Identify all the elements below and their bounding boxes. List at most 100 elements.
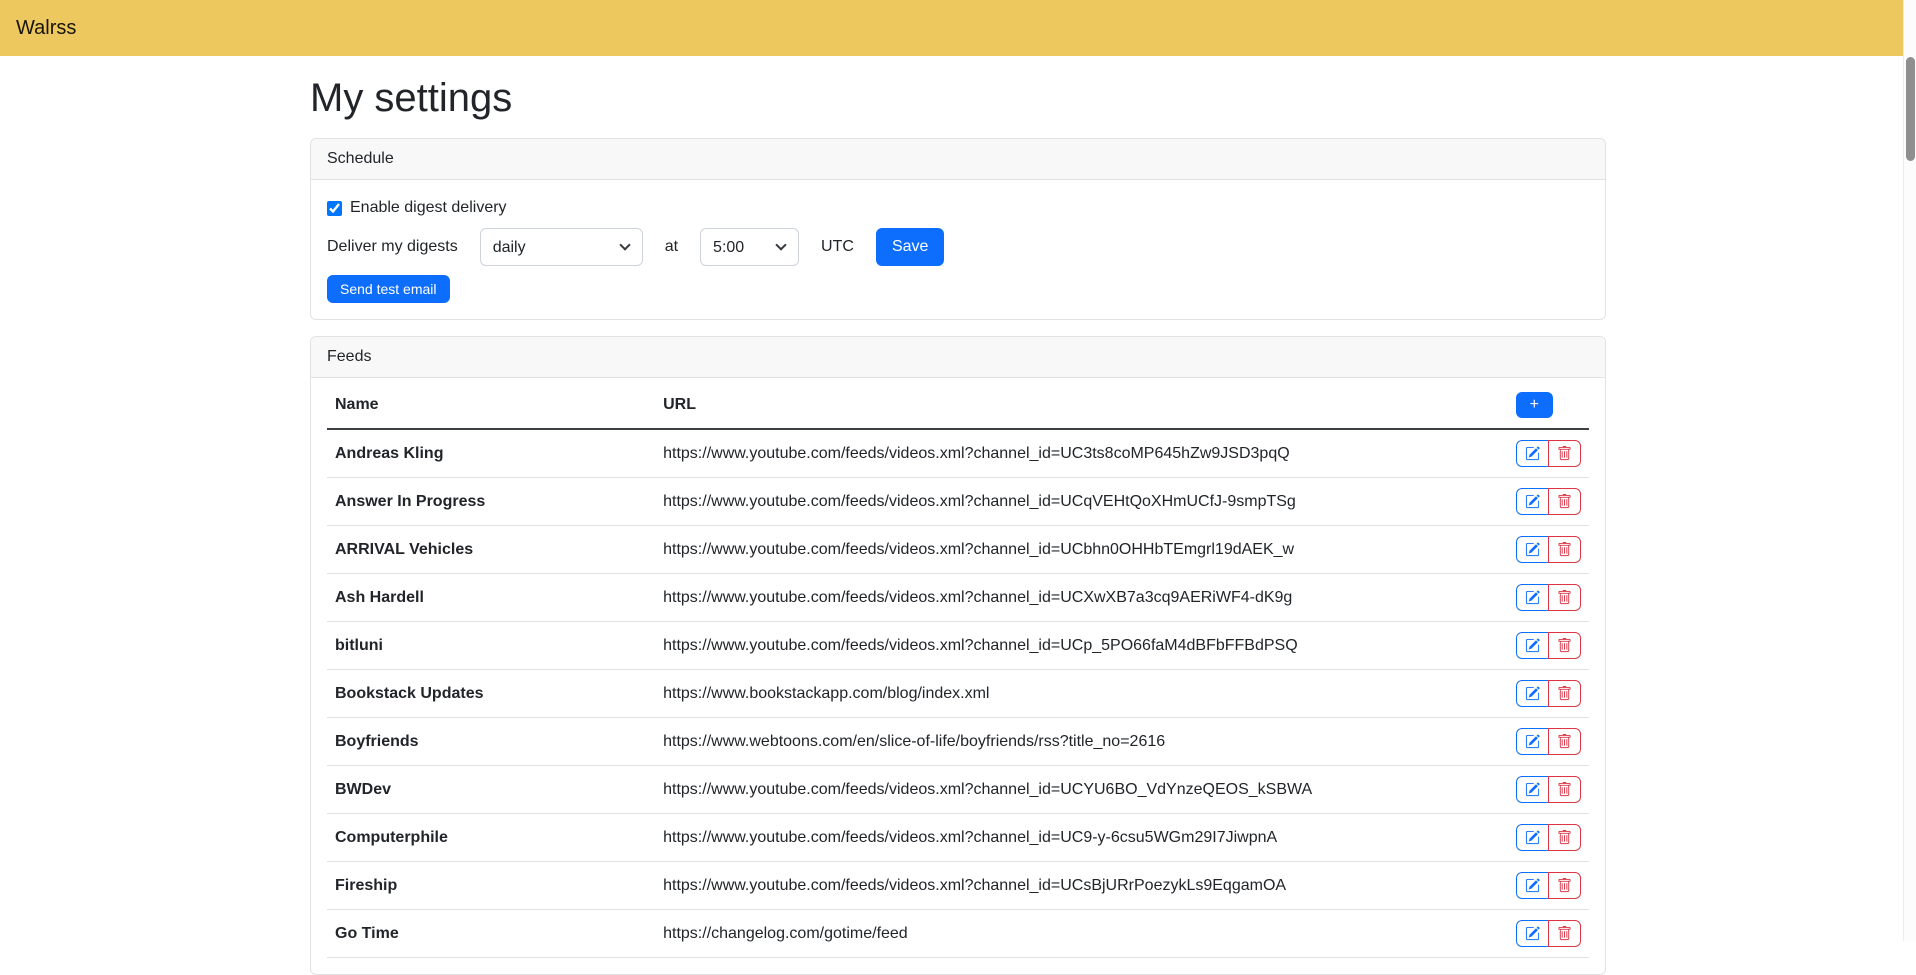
feeds-card-body: Name URL + Andreas Kling https://www.you… xyxy=(311,378,1605,974)
pencil-square-icon xyxy=(1525,590,1540,605)
navbar: Walrss xyxy=(0,0,1916,56)
pencil-square-icon xyxy=(1525,734,1540,749)
edit-feed-button[interactable] xyxy=(1516,680,1549,707)
trash-icon xyxy=(1557,638,1572,653)
feed-actions xyxy=(1469,862,1589,910)
feed-name: Andreas Kling xyxy=(327,429,655,478)
feed-url: https://changelog.com/gotime/feed xyxy=(655,910,1469,958)
feed-actions xyxy=(1469,622,1589,670)
feed-url: https://www.youtube.com/feeds/videos.xml… xyxy=(655,478,1469,526)
feed-name: Bookstack Updates xyxy=(327,670,655,718)
deliver-label: Deliver my digests xyxy=(327,235,458,259)
edit-feed-button[interactable] xyxy=(1516,872,1549,899)
feed-actions xyxy=(1469,429,1589,478)
feed-actions xyxy=(1469,718,1589,766)
pencil-square-icon xyxy=(1525,782,1540,797)
feeds-table: Name URL + Andreas Kling https://www.you… xyxy=(327,378,1589,958)
feed-url: https://www.bookstackapp.com/blog/index.… xyxy=(655,670,1469,718)
trash-icon xyxy=(1557,542,1572,557)
feed-actions xyxy=(1469,766,1589,814)
feed-actions xyxy=(1469,574,1589,622)
delete-feed-button[interactable] xyxy=(1548,440,1581,467)
enable-digest-row: Enable digest delivery xyxy=(327,196,1589,220)
delete-feed-button[interactable] xyxy=(1548,632,1581,659)
delete-feed-button[interactable] xyxy=(1548,728,1581,755)
feed-url: https://www.youtube.com/feeds/videos.xml… xyxy=(655,862,1469,910)
edit-feed-button[interactable] xyxy=(1516,632,1549,659)
schedule-card-body: Enable digest delivery Deliver my digest… xyxy=(311,180,1605,319)
trash-icon xyxy=(1557,782,1572,797)
trash-icon xyxy=(1557,590,1572,605)
pencil-square-icon xyxy=(1525,926,1540,941)
enable-digest-label[interactable]: Enable digest delivery xyxy=(350,196,507,220)
pencil-square-icon xyxy=(1525,494,1540,509)
column-header-actions: + xyxy=(1469,378,1589,429)
feed-url: https://www.youtube.com/feeds/videos.xml… xyxy=(655,622,1469,670)
main-content: My settings Schedule Enable digest deliv… xyxy=(298,74,1618,975)
feed-actions-group xyxy=(1516,824,1581,851)
edit-feed-button[interactable] xyxy=(1516,440,1549,467)
scrollbar[interactable] xyxy=(1903,0,1916,941)
navbar-brand[interactable]: Walrss xyxy=(16,13,76,43)
edit-feed-button[interactable] xyxy=(1516,776,1549,803)
table-row: Go Time https://changelog.com/gotime/fee… xyxy=(327,910,1589,958)
feed-url: https://www.webtoons.com/en/slice-of-lif… xyxy=(655,718,1469,766)
scrollbar-thumb[interactable] xyxy=(1906,57,1915,161)
time-select[interactable]: 5:00 xyxy=(700,228,799,266)
delete-feed-button[interactable] xyxy=(1548,776,1581,803)
feeds-table-body: Andreas Kling https://www.youtube.com/fe… xyxy=(327,429,1589,958)
delete-feed-button[interactable] xyxy=(1548,872,1581,899)
table-row: BWDev https://www.youtube.com/feeds/vide… xyxy=(327,766,1589,814)
trash-icon xyxy=(1557,878,1572,893)
feed-name: Fireship xyxy=(327,862,655,910)
frequency-select[interactable]: daily xyxy=(480,228,643,266)
table-row: Bookstack Updates https://www.bookstacka… xyxy=(327,670,1589,718)
feed-actions xyxy=(1469,814,1589,862)
edit-feed-button[interactable] xyxy=(1516,728,1549,755)
feed-url: https://www.youtube.com/feeds/videos.xml… xyxy=(655,814,1469,862)
delete-feed-button[interactable] xyxy=(1548,536,1581,563)
pencil-square-icon xyxy=(1525,446,1540,461)
feed-actions xyxy=(1469,478,1589,526)
save-button[interactable]: Save xyxy=(876,228,944,266)
feed-actions xyxy=(1469,670,1589,718)
delete-feed-button[interactable] xyxy=(1548,920,1581,947)
pencil-square-icon xyxy=(1525,830,1540,845)
trash-icon xyxy=(1557,686,1572,701)
feed-actions-group xyxy=(1516,536,1581,563)
table-row: Boyfriends https://www.webtoons.com/en/s… xyxy=(327,718,1589,766)
feed-url: https://www.youtube.com/feeds/videos.xml… xyxy=(655,766,1469,814)
enable-digest-checkbox[interactable] xyxy=(327,201,342,216)
table-row: bitluni https://www.youtube.com/feeds/vi… xyxy=(327,622,1589,670)
feed-actions-group xyxy=(1516,680,1581,707)
add-feed-button[interactable]: + xyxy=(1516,392,1553,418)
feed-actions-group xyxy=(1516,632,1581,659)
feed-url: https://www.youtube.com/feeds/videos.xml… xyxy=(655,526,1469,574)
delete-feed-button[interactable] xyxy=(1548,824,1581,851)
feed-name: Ash Hardell xyxy=(327,574,655,622)
edit-feed-button[interactable] xyxy=(1516,536,1549,563)
pencil-square-icon xyxy=(1525,878,1540,893)
edit-feed-button[interactable] xyxy=(1516,488,1549,515)
table-row: Ash Hardell https://www.youtube.com/feed… xyxy=(327,574,1589,622)
feed-actions-group xyxy=(1516,488,1581,515)
at-label: at xyxy=(665,235,678,259)
feed-name: ARRIVAL Vehicles xyxy=(327,526,655,574)
delete-feed-button[interactable] xyxy=(1548,584,1581,611)
feed-actions xyxy=(1469,910,1589,958)
feed-url: https://www.youtube.com/feeds/videos.xml… xyxy=(655,429,1469,478)
pencil-square-icon xyxy=(1525,686,1540,701)
edit-feed-button[interactable] xyxy=(1516,824,1549,851)
delete-feed-button[interactable] xyxy=(1548,488,1581,515)
column-header-url: URL xyxy=(655,378,1469,429)
send-test-email-button[interactable]: Send test email xyxy=(327,275,450,303)
feeds-card: Feeds Name URL + xyxy=(310,336,1606,975)
delete-feed-button[interactable] xyxy=(1548,680,1581,707)
feed-name: BWDev xyxy=(327,766,655,814)
edit-feed-button[interactable] xyxy=(1516,920,1549,947)
edit-feed-button[interactable] xyxy=(1516,584,1549,611)
feed-actions-group xyxy=(1516,872,1581,899)
feeds-table-head: Name URL + xyxy=(327,378,1589,429)
page-title: My settings xyxy=(310,74,1606,122)
table-row: Andreas Kling https://www.youtube.com/fe… xyxy=(327,429,1589,478)
